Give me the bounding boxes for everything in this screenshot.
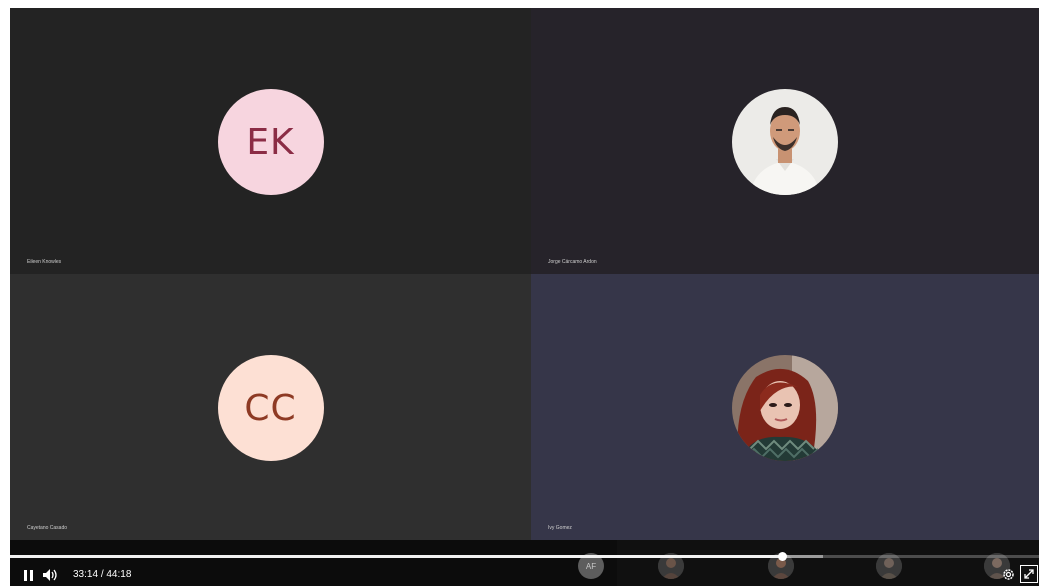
man-portrait-icon	[732, 89, 838, 195]
participant-name: Eileen Knowles	[27, 259, 62, 265]
volume-button[interactable]	[43, 568, 59, 582]
fullscreen-button[interactable]	[1020, 565, 1038, 583]
participant-name: Jorge Cárcamo Ardon	[548, 259, 597, 265]
pause-button[interactable]	[22, 568, 36, 582]
volume-icon	[43, 569, 57, 581]
avatar-initials: EK	[246, 121, 295, 163]
time-separator: /	[100, 569, 104, 580]
participant-tile-ivy: Ivy Gomez	[531, 274, 1039, 540]
duration: 44:18	[106, 569, 132, 580]
participant-avatar-photo	[732, 355, 838, 461]
woman-portrait-icon	[732, 355, 838, 461]
current-time: 33:14	[73, 569, 99, 580]
playback-time: 33:14 / 44:18	[73, 568, 131, 582]
participant-avatar-initials: EK	[217, 89, 324, 195]
participant-name: Ivy Gomez	[548, 525, 572, 531]
participant-avatar-initials: CC	[217, 355, 324, 461]
player-controls: 33:14 / 44:18	[10, 564, 1039, 586]
participant-tile-cayetano: CC Cayetano Casado	[10, 274, 531, 540]
participant-name: Cayetano Casado	[27, 525, 68, 531]
participant-tile-jorge: Jorge Cárcamo Ardon	[531, 8, 1039, 274]
seek-bar[interactable]	[10, 552, 1039, 561]
settings-icon	[1003, 569, 1014, 580]
pause-icon	[24, 569, 33, 581]
seek-bar-handle[interactable]	[777, 552, 787, 561]
participant-avatar-photo	[732, 89, 838, 195]
seek-bar-progress	[10, 555, 782, 558]
avatar-initials: CC	[244, 387, 297, 429]
seek-bar-buffered	[781, 555, 823, 558]
settings-button[interactable]	[1001, 567, 1016, 582]
fullscreen-icon	[1024, 569, 1034, 579]
meeting-recording-player[interactable]: EK Eileen Knowles Jorge Cárcamo Ardon CC…	[10, 8, 1039, 586]
participant-tile-eileen: EK Eileen Knowles	[10, 8, 531, 274]
